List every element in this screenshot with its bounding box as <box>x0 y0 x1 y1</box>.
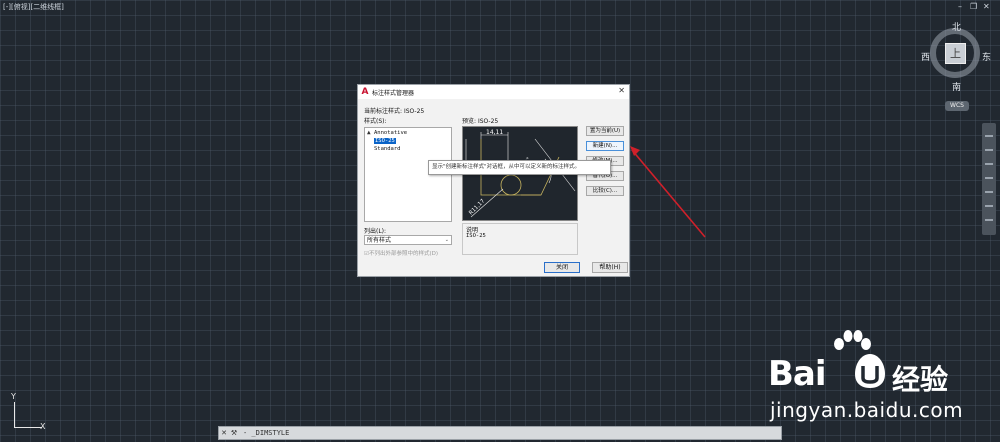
dimstyle-dialog: A 标注样式管理器 ✕ 当前标注样式: ISO-25 样式(S): ▲ Anno… <box>357 84 630 277</box>
preview-dim-horizontal: 14,11 <box>486 129 503 136</box>
baidu-watermark: Bai 经验 jingyan.baidu.com <box>768 330 993 430</box>
current-style-value: ISO-25 <box>403 108 425 115</box>
help-button[interactable]: 帮助(H) <box>592 262 628 273</box>
annotative-icon: ▲ <box>367 129 371 136</box>
compare-button[interactable]: 比较(C)... <box>586 186 624 196</box>
baidu-du-logo-icon <box>855 354 885 388</box>
list-filter-select[interactable]: 所有样式 ⌄ <box>364 235 452 245</box>
styles-label: 样式(S): <box>364 118 387 125</box>
description-value: ISO-25 <box>466 233 486 239</box>
dialog-titlebar[interactable]: A 标注样式管理器 ✕ <box>358 85 629 99</box>
set-current-button[interactable]: 置为当前(U) <box>586 126 624 136</box>
current-style-label: 当前标注样式: ISO-25 <box>364 108 425 115</box>
new-button[interactable]: 新建(N)... <box>586 141 624 151</box>
list-item[interactable]: ISO-25 <box>367 137 449 145</box>
list-filter-value: 所有样式 <box>367 237 392 244</box>
watermark-url: jingyan.baidu.com <box>770 398 964 422</box>
preview-label: 预览: ISO-25 <box>462 118 499 125</box>
description-box: 说明 ISO-25 <box>462 223 578 255</box>
chevron-down-icon: ⌄ <box>444 237 449 243</box>
list-item[interactable]: Standard <box>367 145 449 153</box>
dialog-title: 标注样式管理器 <box>372 89 415 97</box>
watermark-brand: Bai <box>768 354 827 394</box>
preview-dim-radius: R11,17 <box>468 198 486 216</box>
watermark-brand-cn: 经验 <box>892 363 949 396</box>
autocad-logo-icon: A <box>361 87 369 97</box>
close-button[interactable]: 关闭 <box>544 262 580 273</box>
dialog-close-icon[interactable]: ✕ <box>618 86 625 95</box>
list-label: 列出(L): <box>364 228 387 235</box>
list-item[interactable]: ▲ Annotative <box>367 129 449 137</box>
new-button-tooltip: 显示"创建新标注样式"对话框，从中可以定义新的标注样式。 <box>428 160 611 175</box>
xref-checkbox[interactable]: ☑不列出外部参照中的样式(D) <box>364 249 438 257</box>
